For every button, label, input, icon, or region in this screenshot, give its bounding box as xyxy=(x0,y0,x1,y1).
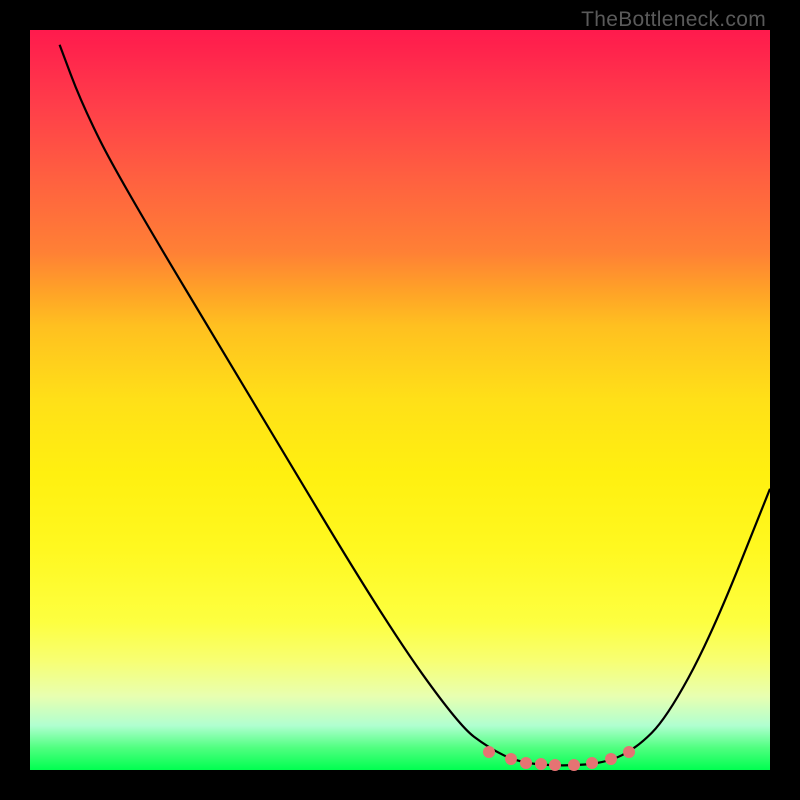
optimal-marker xyxy=(605,753,617,765)
chart-container: TheBottleneck.com xyxy=(0,0,800,800)
marker-layer xyxy=(30,30,770,770)
optimal-marker xyxy=(520,757,532,769)
watermark-text: TheBottleneck.com xyxy=(581,8,766,32)
optimal-marker xyxy=(586,757,598,769)
optimal-marker xyxy=(568,759,580,771)
optimal-marker xyxy=(505,753,517,765)
optimal-marker xyxy=(623,746,635,758)
optimal-marker xyxy=(549,759,561,771)
optimal-marker xyxy=(535,758,547,770)
optimal-marker xyxy=(483,746,495,758)
